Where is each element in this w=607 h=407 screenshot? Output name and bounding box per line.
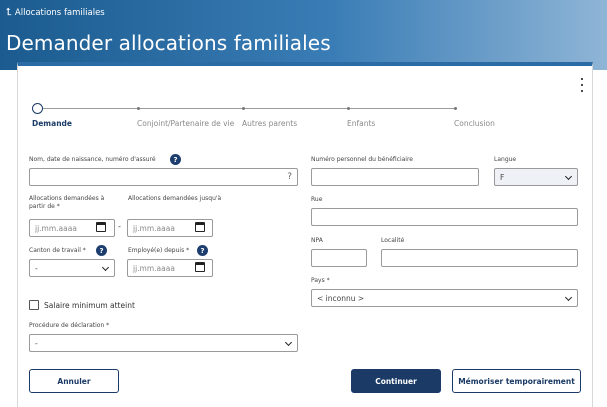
- numero-beneficiaire-label: Numéro personnel du bénéficiaire: [311, 156, 414, 163]
- step-indicator[interactable]: [454, 107, 457, 110]
- nom-input[interactable]: ?: [29, 168, 298, 186]
- alloc-from-label: Allocations demandées à partir de *: [29, 195, 105, 210]
- more-options-icon[interactable]: [578, 78, 586, 92]
- numero-beneficiaire-input[interactable]: [311, 168, 479, 186]
- npa-input[interactable]: [311, 249, 367, 267]
- help-icon[interactable]: ?: [197, 245, 208, 256]
- step-indicator[interactable]: [137, 107, 140, 110]
- rue-input[interactable]: [311, 208, 578, 226]
- calendar-icon[interactable]: [96, 222, 106, 232]
- continue-button[interactable]: Continuer: [351, 369, 441, 393]
- canton-value: -: [35, 263, 38, 273]
- canton-label: Canton de travail *: [29, 247, 86, 254]
- nom-label: Nom, date de naissance, numéro d'assuré: [29, 156, 156, 163]
- alloc-to-label: Allocations demandées jusqu'à: [128, 195, 222, 202]
- pays-select[interactable]: < inconnu >: [311, 289, 578, 307]
- localite-input[interactable]: [381, 249, 578, 267]
- step-label-conjoint[interactable]: Conjoint/Partenaire de vie: [137, 119, 237, 129]
- page-header: ⮤ Allocations familiales Demander alloca…: [0, 0, 607, 70]
- rue-label: Rue: [311, 196, 323, 203]
- step-indicator[interactable]: [242, 107, 245, 110]
- alloc-to-placeholder: jj.mm.aaaa: [133, 223, 175, 233]
- procedure-value: -: [35, 338, 38, 348]
- step-label-conclusion[interactable]: Conclusion: [454, 119, 495, 129]
- step-indicator[interactable]: [347, 107, 350, 110]
- employe-label: Employé(e) depuis *: [128, 247, 190, 254]
- chevron-down-icon: [564, 172, 573, 181]
- chevron-down-icon: [284, 338, 293, 347]
- alloc-from-placeholder: jj.mm.aaaa: [35, 223, 77, 233]
- salaire-label[interactable]: Salaire minimum atteint: [44, 301, 135, 310]
- chevron-down-icon: [101, 263, 110, 272]
- procedure-select[interactable]: -: [29, 334, 298, 352]
- pays-label: Pays *: [311, 277, 330, 284]
- back-link-label: Allocations familiales: [14, 8, 105, 18]
- date-range-separator: -: [118, 222, 121, 231]
- calendar-icon[interactable]: [195, 262, 205, 272]
- step-label-autres-parents[interactable]: Autres parents: [242, 119, 297, 129]
- step-label-enfants[interactable]: Enfants: [347, 119, 375, 129]
- back-link[interactable]: ⮤ Allocations familiales: [6, 7, 105, 19]
- localite-label: Localité: [381, 237, 405, 244]
- step-label-demande[interactable]: Demande: [32, 119, 72, 129]
- langue-select[interactable]: F: [494, 168, 578, 186]
- page-title: Demander allocations familiales: [6, 31, 331, 55]
- help-icon[interactable]: ?: [170, 154, 181, 165]
- chevron-down-icon: [564, 293, 573, 302]
- salaire-checkbox[interactable]: [29, 300, 39, 310]
- calendar-icon[interactable]: [195, 222, 205, 232]
- back-arrow-icon: ⮤: [6, 7, 12, 18]
- canton-select[interactable]: -: [29, 259, 115, 277]
- save-temporarily-button[interactable]: Mémoriser temporairement: [452, 369, 581, 393]
- nom-search-suffix: ?: [287, 172, 292, 182]
- step-indicator-active[interactable]: [32, 103, 43, 114]
- npa-label: NPA: [311, 237, 323, 244]
- cancel-button[interactable]: Annuler: [29, 369, 119, 393]
- pays-value: < inconnu >: [317, 293, 365, 303]
- langue-label: Langue: [494, 156, 517, 163]
- stepper-track: [43, 108, 456, 109]
- procedure-label: Procédure de déclaration *: [29, 322, 110, 329]
- employe-placeholder: jj.mm.aaaa: [133, 263, 175, 273]
- help-icon[interactable]: ?: [96, 245, 107, 256]
- langue-value: F: [500, 172, 505, 182]
